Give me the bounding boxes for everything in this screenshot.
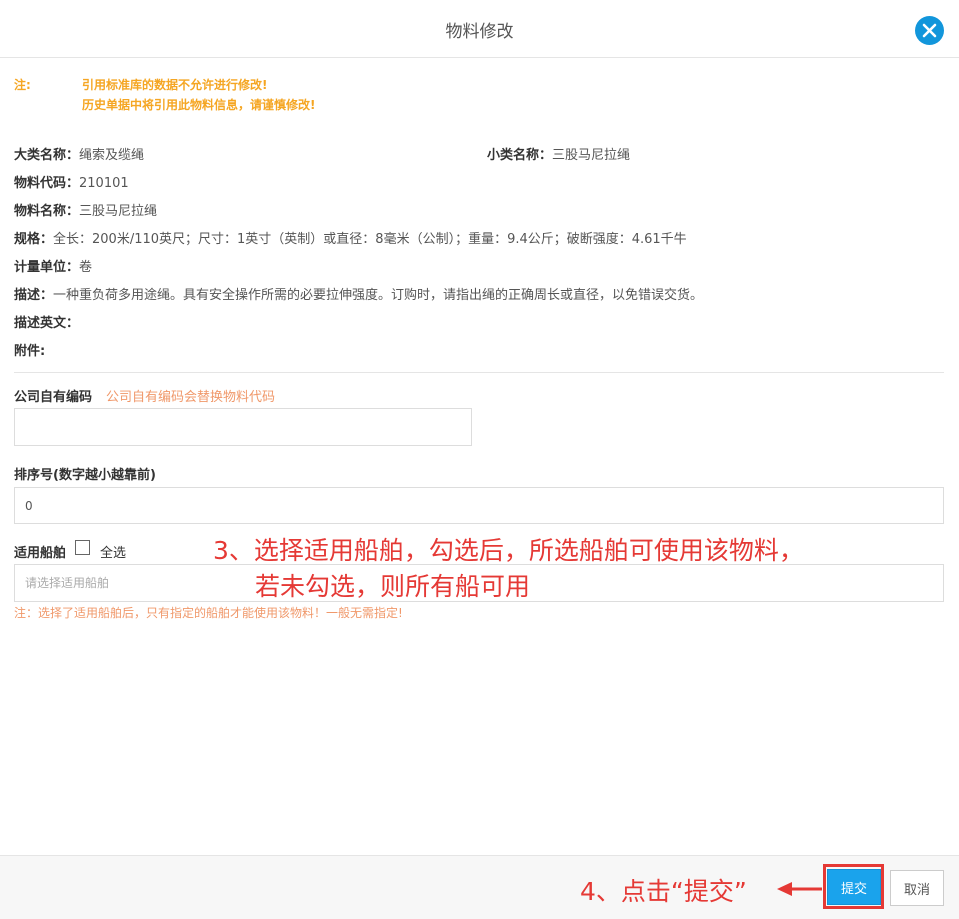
sort-label: 排序号(数字越小越靠前) — [14, 468, 156, 483]
desc-label: 描述： — [14, 288, 54, 303]
category-row: 大类名称：绳索及缆绳 — [14, 144, 144, 163]
category-label: 大类名称： — [14, 148, 80, 163]
dialog-title: 物料修改 — [445, 22, 514, 42]
name-value: 三股马尼拉绳 — [79, 204, 158, 219]
section-divider — [14, 372, 944, 373]
arrow-left-icon — [777, 882, 822, 896]
sort-input[interactable] — [14, 487, 944, 524]
desc-value: 一种重负荷多用途绳。具有安全操作所需的必要拉伸强度。订购时，请指出绳的正确周长或… — [53, 288, 704, 303]
desc-row: 描述：一种重负荷多用途绳。具有安全操作所需的必要拉伸强度。订购时，请指出绳的正确… — [14, 284, 703, 303]
unit-value: 卷 — [79, 260, 93, 275]
company-code-label-text: 公司自有编码 — [14, 390, 93, 405]
ships-label: 适用船舶 — [14, 546, 67, 561]
spec-row: 规格：全长：200米/110英尺；尺寸：1英寸（英制）或直径：8毫米（公制）；重… — [14, 228, 687, 247]
dialog-header: 物料修改 — [0, 0, 959, 58]
note-line-1: 引用标准库的数据不允许进行修改! — [82, 78, 268, 92]
step3-line2: 若未勾选，则所有船可用 — [255, 572, 531, 601]
name-label: 物料名称： — [14, 204, 80, 219]
step3-line1: 3、选择适用船舶，勾选后，所选船舶可使用该物料， — [213, 536, 804, 565]
company-code-label: 公司自有编码 公司自有编码会替换物料代码 — [14, 386, 275, 405]
desc-en-row: 描述英文： — [14, 312, 79, 331]
note-label: 注: — [14, 78, 31, 92]
unit-label: 计量单位： — [14, 260, 80, 275]
note-line-2: 历史单据中将引用此物料信息，请谨慎修改! — [82, 98, 316, 112]
subcategory-value: 三股马尼拉绳 — [552, 148, 631, 163]
cancel-button[interactable]: 取消 — [890, 870, 944, 906]
attachment-label: 附件: — [14, 344, 46, 359]
select-all-checkbox[interactable] — [75, 540, 90, 555]
code-row: 物料代码：210101 — [14, 172, 129, 191]
category-value: 绳索及缆绳 — [79, 148, 145, 163]
company-code-input[interactable] — [14, 408, 472, 446]
select-all-label[interactable]: 全选 — [100, 542, 126, 561]
desc-en-label: 描述英文： — [14, 316, 80, 331]
subcategory-row: 小类名称：三股马尼拉绳 — [487, 144, 630, 163]
code-label: 物料代码： — [14, 176, 80, 191]
close-button[interactable] — [915, 16, 944, 45]
company-code-hint: 公司自有编码会替换物料代码 — [106, 390, 276, 405]
submit-button[interactable]: 提交 — [827, 869, 881, 905]
ships-warning: 注：选择了适用船舶后，只有指定的船舶才能使用该物料！一般无需指定! — [14, 606, 403, 620]
unit-row: 计量单位：卷 — [14, 256, 92, 275]
close-icon — [922, 23, 937, 38]
spec-label: 规格： — [14, 232, 54, 247]
step3-annotation: 3、选择适用船舶，勾选后，所选船舶可使用该物料， 若未勾选，则所有船可用 — [213, 533, 893, 605]
name-row: 物料名称：三股马尼拉绳 — [14, 200, 157, 219]
spec-value: 全长：200米/110英尺；尺寸：1英寸（英制）或直径：8毫米（公制）；重量：9… — [53, 232, 687, 247]
step4-annotation: 4、点击“提交” — [580, 877, 747, 906]
code-value: 210101 — [79, 176, 129, 191]
subcategory-label: 小类名称： — [487, 148, 553, 163]
attachment-row: 附件: — [14, 340, 45, 359]
